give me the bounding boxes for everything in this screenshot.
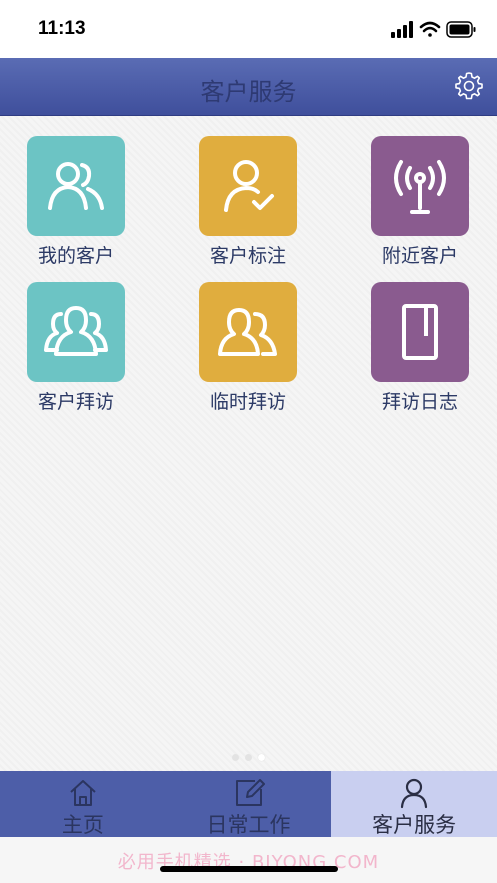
tile-nearby-customers[interactable]: 附近客户 xyxy=(360,136,480,268)
tab-label: 客户服务 xyxy=(372,813,457,837)
wifi-icon xyxy=(419,21,441,37)
signal-tower-icon xyxy=(394,160,446,214)
notebook-icon xyxy=(402,304,438,360)
tile-label: 临时拜访 xyxy=(209,391,286,413)
edit-icon xyxy=(235,779,265,806)
tile-label: 客户标注 xyxy=(209,245,286,267)
tile-temporary-visit[interactable]: 临时拜访 xyxy=(188,282,308,414)
title-bar: 客户服务 xyxy=(0,58,497,116)
tile-icon-bg xyxy=(27,282,125,382)
group-icon xyxy=(44,306,108,356)
tile-icon-bg xyxy=(199,282,297,382)
tile-label: 客户拜访 xyxy=(37,391,114,413)
service-grid: 我的客户 客户标注 附近客户 客户拜访 临时拜访 拜访日志 xyxy=(0,116,497,771)
page-title: 客户服务 xyxy=(200,78,297,106)
page-dot[interactable] xyxy=(245,754,252,761)
tab-bar: 主页 日常工作 客户服务 xyxy=(0,771,497,837)
tab-label: 主页 xyxy=(61,813,104,837)
status-icons xyxy=(391,21,476,38)
tab-home[interactable]: 主页 xyxy=(0,771,166,837)
page-dot-active[interactable] xyxy=(258,754,265,761)
tile-customer-visit[interactable]: 客户拜访 xyxy=(16,282,136,414)
tile-visit-log[interactable]: 拜访日志 xyxy=(360,282,480,414)
user-check-icon xyxy=(224,160,274,212)
screen: 11:13 客户服务 我的客户 客户标注 附近客户 客户拜访 临时拜访 拜访日志… xyxy=(0,0,497,883)
tab-label: 日常工作 xyxy=(206,813,291,837)
tile-icon-bg xyxy=(27,136,125,236)
tab-daily-work[interactable]: 日常工作 xyxy=(166,771,332,837)
home-icon xyxy=(70,780,96,806)
tile-icon-bg xyxy=(371,136,469,236)
users-icon xyxy=(218,308,277,356)
tile-label: 附近客户 xyxy=(381,245,458,267)
tile-label: 我的客户 xyxy=(37,245,114,267)
tile-my-customers[interactable]: 我的客户 xyxy=(16,136,136,268)
battery-icon xyxy=(446,21,476,38)
tile-label: 拜访日志 xyxy=(381,391,458,413)
cellular-signal-icon xyxy=(391,21,413,38)
tile-icon-bg xyxy=(371,282,469,382)
page-dot[interactable] xyxy=(232,754,239,761)
person-icon xyxy=(401,778,428,809)
tab-customer-service[interactable]: 客户服务 xyxy=(331,771,497,837)
gear-icon[interactable] xyxy=(453,70,485,102)
page-indicator[interactable] xyxy=(0,746,497,765)
tile-icon-bg xyxy=(199,136,297,236)
home-indicator[interactable] xyxy=(160,866,338,872)
status-bar: 11:13 xyxy=(0,0,497,58)
tile-customer-mark[interactable]: 客户标注 xyxy=(188,136,308,268)
status-time: 11:13 xyxy=(38,18,86,39)
customers-icon xyxy=(48,162,104,210)
